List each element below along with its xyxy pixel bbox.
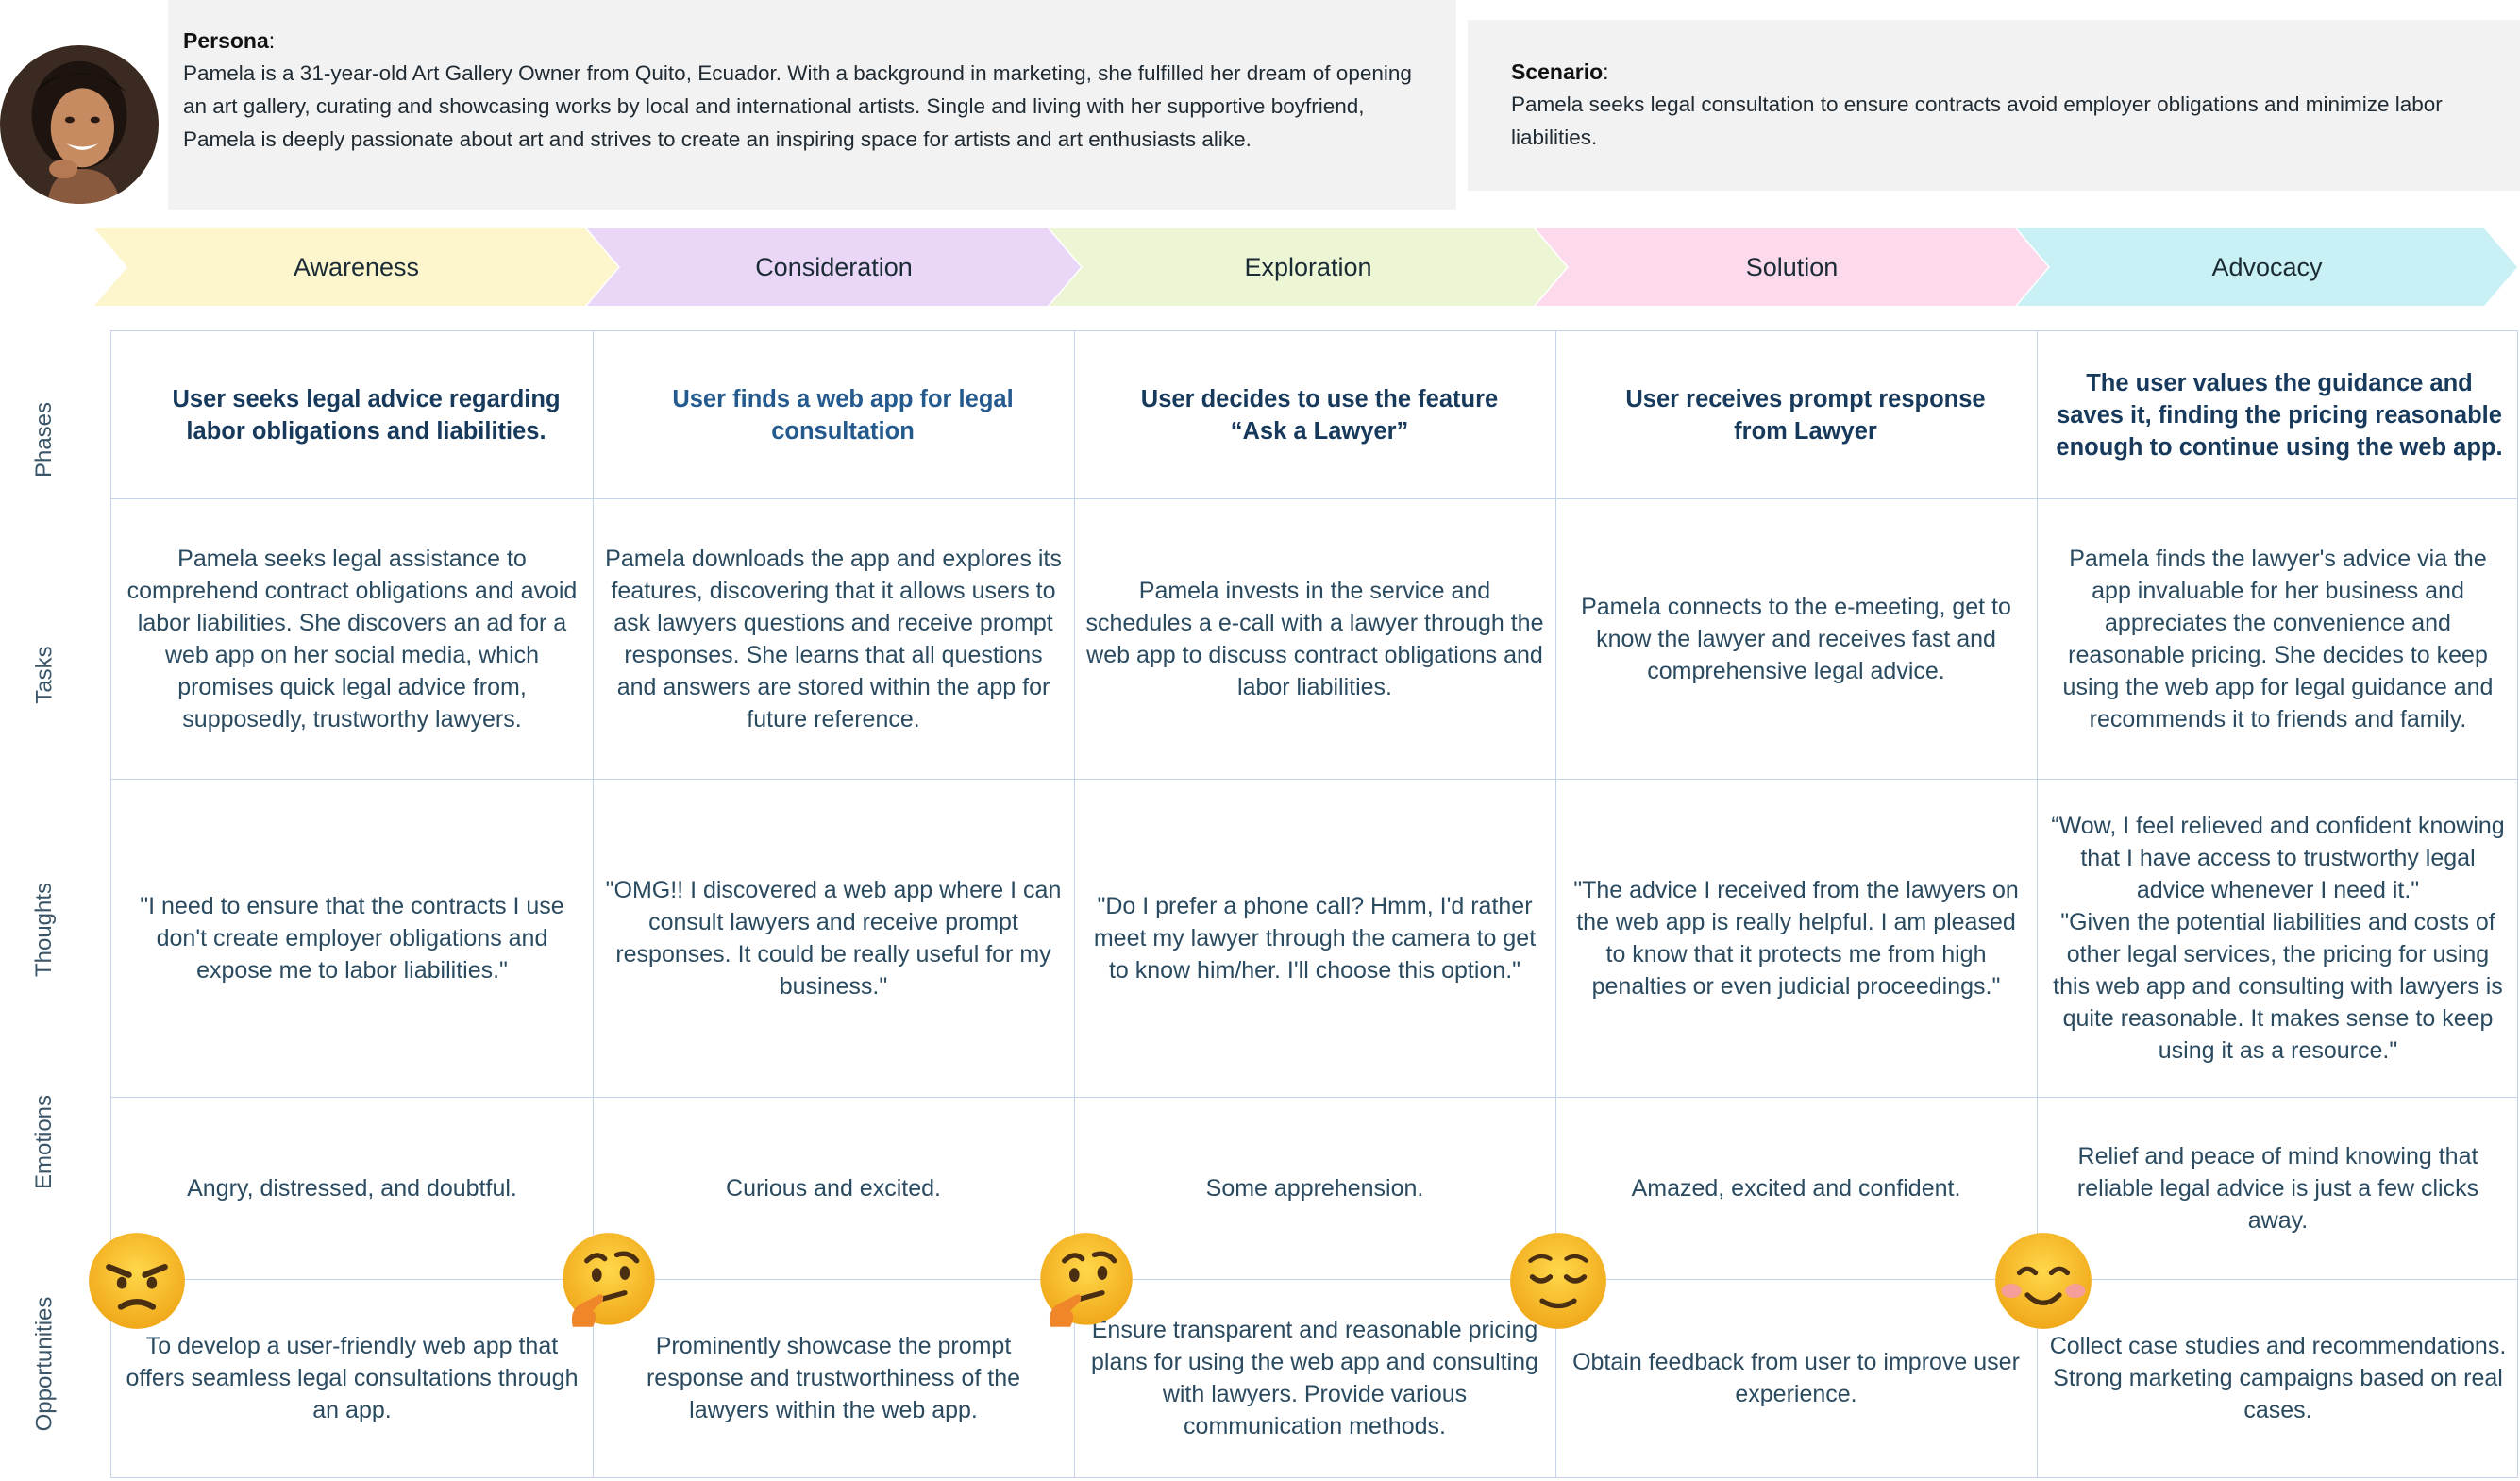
- scenario-label: Scenario: [1511, 59, 1604, 84]
- phase-cell-consideration: User finds a web app for legal consultat…: [672, 385, 1014, 445]
- stage-label-solution: Solution: [1745, 252, 1839, 281]
- stage-label-exploration: Exploration: [1244, 252, 1372, 281]
- row-label-phases: Phases: [31, 401, 58, 479]
- emotion-cell-exploration: Some apprehension.: [1205, 1174, 1424, 1202]
- stage-label-consideration: Consideration: [755, 252, 913, 281]
- scenario-description: Pamela seeks legal consultation to ensur…: [1511, 93, 2443, 149]
- persona-description: Pamela is a 31-year-old Art Gallery Owne…: [183, 61, 1412, 151]
- stage-label-advocacy: Advocacy: [2211, 252, 2323, 281]
- persona-label: Persona: [183, 28, 269, 53]
- opportunity-cell-exploration: Ensure transparent and reasonable pricin…: [1091, 1317, 1538, 1439]
- thinking-face-icon: [559, 1231, 659, 1331]
- scenario-card: Scenario: Pamela seeks legal consultatio…: [1468, 20, 2520, 191]
- stage-arrows: Awareness Consideration Exploration Solu…: [0, 228, 2520, 306]
- phase-cell-awareness: User seeks legal advice regarding labor …: [172, 385, 561, 445]
- thought-cell-advocacy: “Wow, I feel relieved and confident know…: [2051, 812, 2505, 1064]
- emotion-cell-solution: Amazed, excited and confident.: [1631, 1174, 1961, 1202]
- phase-cell-exploration: User decides to use the feature “Ask a L…: [1140, 385, 1499, 445]
- row-label-tasks: Tasks: [31, 646, 58, 704]
- thought-cell-consideration: "OMG!! I discovered a web app where I ca…: [605, 876, 1062, 1000]
- task-cell-consideration: Pamela downloads the app and explores it…: [605, 545, 1062, 732]
- emotion-cell-advocacy: Relief and peace of mind knowing that re…: [2076, 1142, 2479, 1234]
- stage-label-awareness: Awareness: [293, 252, 420, 281]
- relieved-face-icon: [1508, 1231, 1608, 1331]
- thinking-face-icon: [1036, 1231, 1136, 1331]
- row-label-thoughts: Thoughts: [31, 882, 58, 978]
- thought-cell-exploration: "Do I prefer a phone call? Hmm, I'd rath…: [1093, 892, 1537, 984]
- task-cell-exploration: Pamela invests in the service and schedu…: [1085, 577, 1544, 700]
- task-cell-awareness: Pamela seeks legal assistance to compreh…: [126, 545, 578, 732]
- task-cell-advocacy: Pamela finds the lawyer's advice via the…: [2062, 545, 2494, 732]
- phase-cell-advocacy: The user values the guidance and saves i…: [2056, 369, 2503, 461]
- opportunity-cell-advocacy: Collect case studies and recommendations…: [2049, 1333, 2507, 1423]
- task-cell-solution: Pamela connects to the e-meeting, get to…: [1581, 593, 2011, 684]
- emotion-cell-consideration: Curious and excited.: [726, 1174, 941, 1202]
- thought-cell-solution: "The advice I received from the lawyers …: [1573, 876, 2019, 1000]
- angry-face-icon: [87, 1231, 187, 1331]
- thought-cell-awareness: "I need to ensure that the contracts I u…: [140, 892, 564, 984]
- phase-cell-solution: User receives prompt response from Lawye…: [1625, 385, 1986, 445]
- avatar-image: [0, 45, 159, 204]
- journey-grid: User seeks legal advice regarding labor …: [110, 330, 2518, 1478]
- row-label-opportunities: Opportunities: [31, 1296, 58, 1432]
- persona-avatar: [0, 45, 159, 204]
- opportunity-cell-solution: Obtain feedback from user to improve use…: [1572, 1349, 2020, 1407]
- persona-card: Persona: Pamela is a 31-year-old Art Gal…: [168, 0, 1456, 210]
- smiling-face-icon: [1993, 1231, 2093, 1331]
- row-label-emotions: Emotions: [31, 1094, 58, 1190]
- opportunity-cell-consideration: Prominently showcase the prompt response…: [646, 1333, 1021, 1423]
